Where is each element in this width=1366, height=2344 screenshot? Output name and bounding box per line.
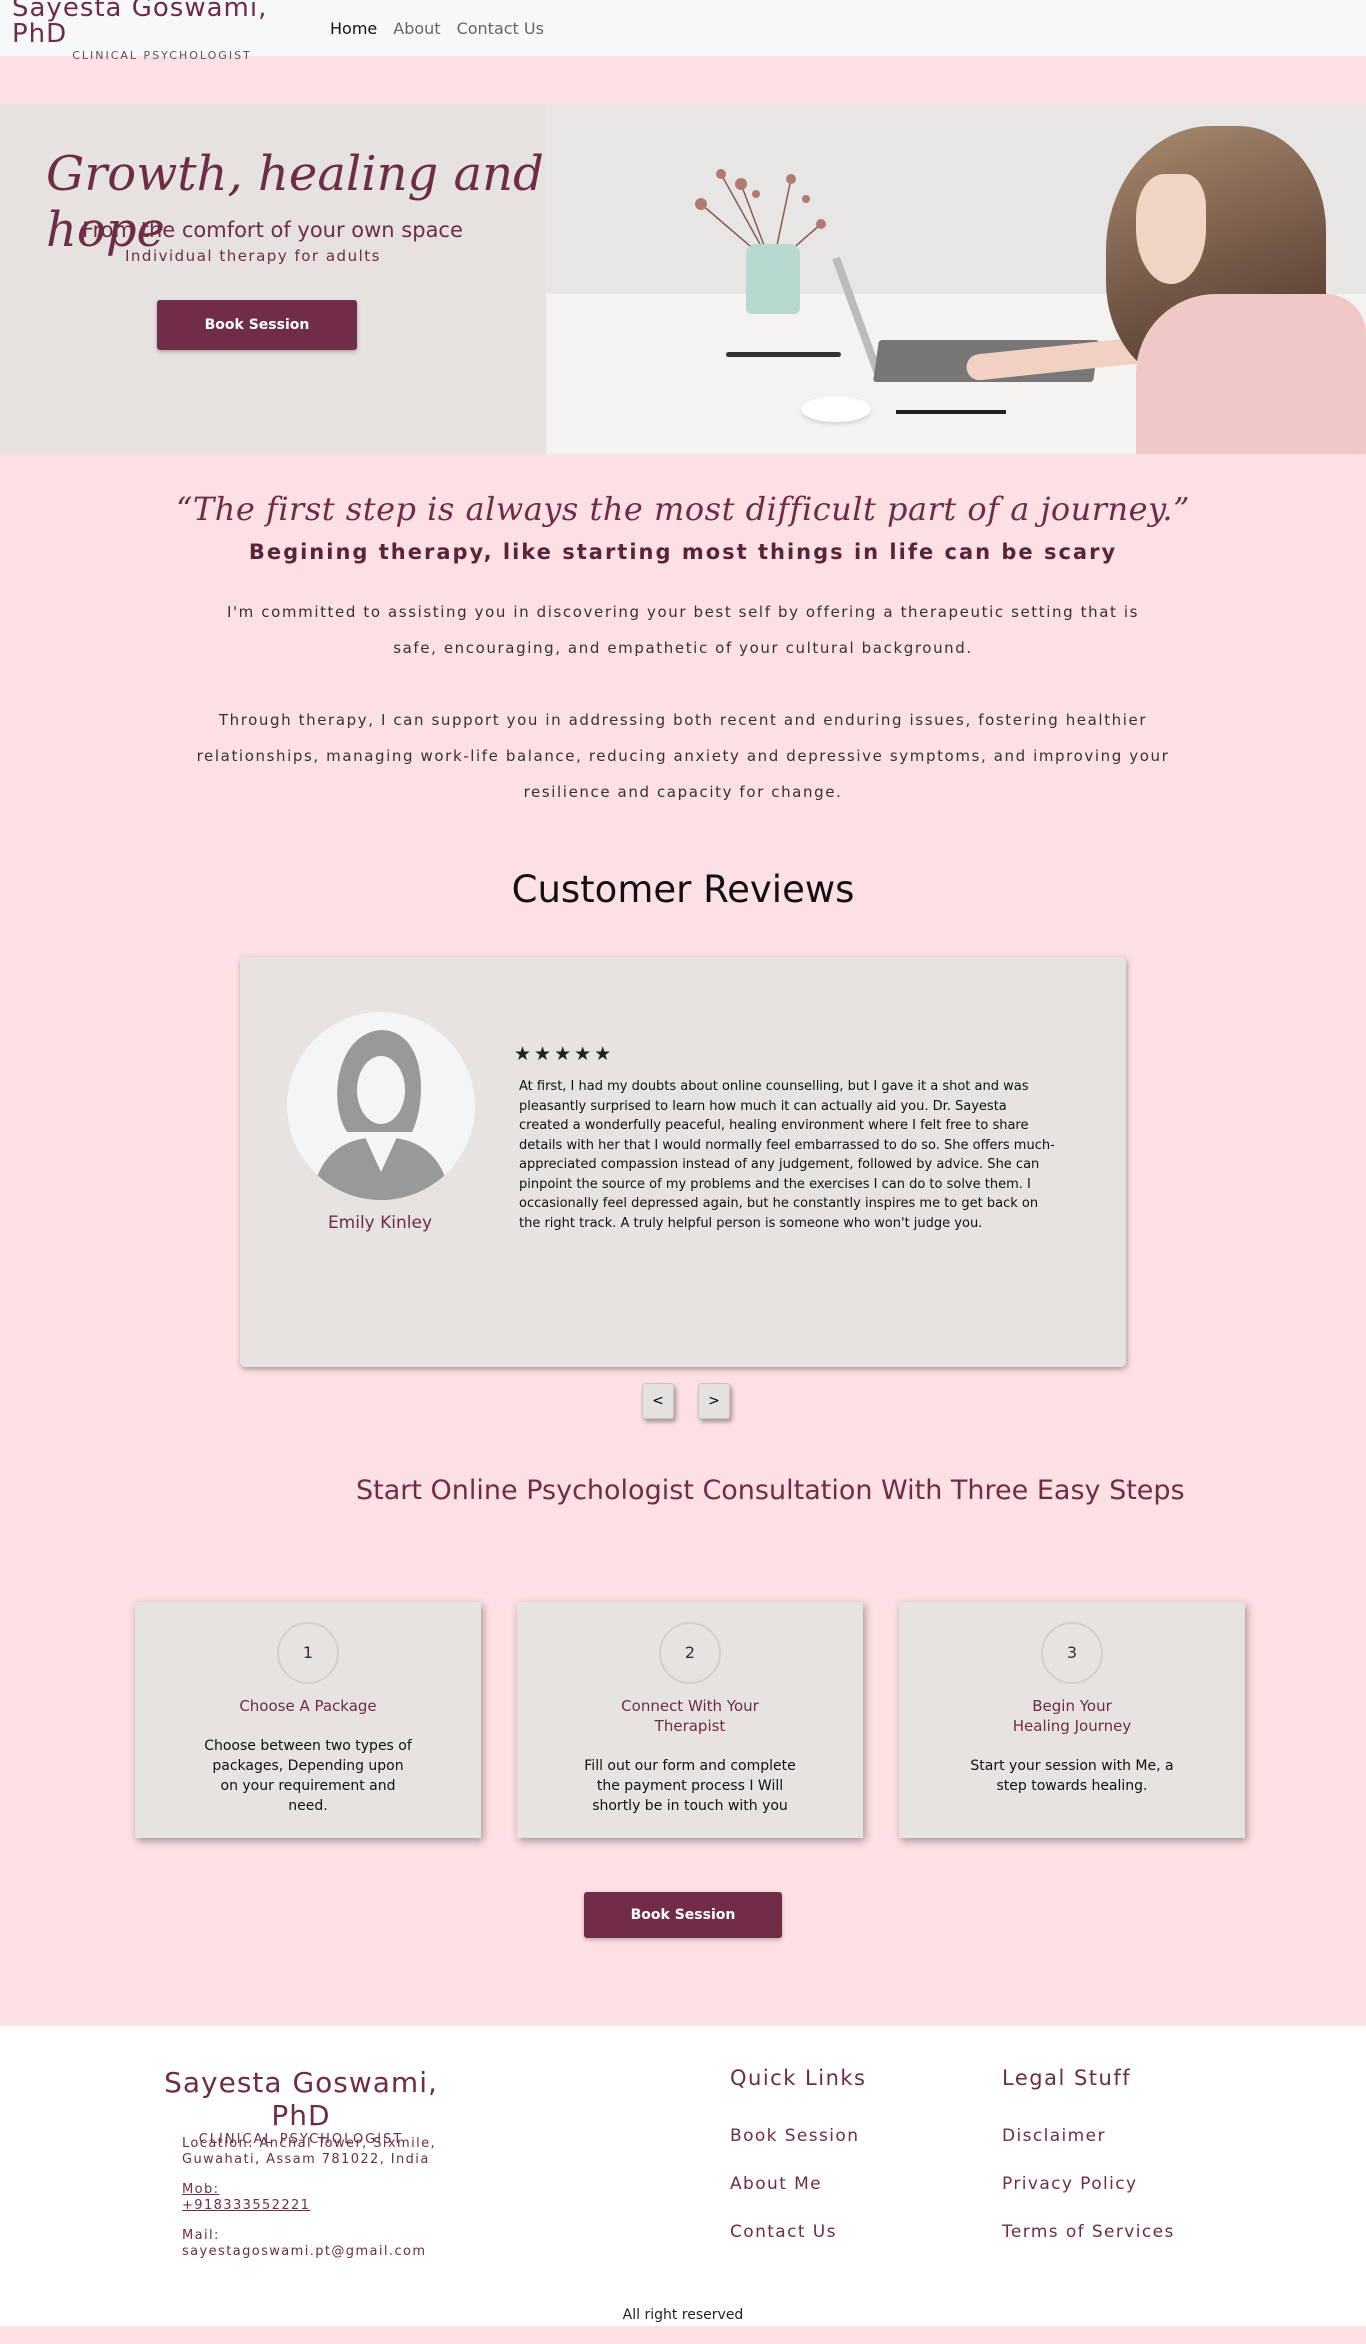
footer-contact-info: Location: Anchal Tower, Sixmile, Guwahat… [182, 2136, 452, 2274]
footer: Sayesta Goswami, PhD CLINICAL PSYCHOLOGI… [0, 2026, 1366, 2326]
brand-name: Sayesta Goswami, PhD [12, 0, 268, 49]
book-session-button[interactable]: Book Session [157, 300, 357, 350]
carousel-next-button[interactable]: > [698, 1383, 730, 1419]
review-text: At first, I had my doubts about online c… [519, 1079, 1055, 1231]
footer-quick-links: Quick Links Book Session About Me Contac… [730, 2066, 867, 2268]
hero-subtitle: From the comfort of your own space [82, 218, 463, 242]
intro-paragraph-2: Through therapy, I can support you in ad… [196, 711, 1170, 801]
step-number: 1 [277, 1622, 339, 1684]
footer-link-disclaimer[interactable]: Disclaimer [1002, 2124, 1175, 2148]
vase-image [746, 244, 800, 314]
quick-links-heading: Quick Links [730, 2066, 867, 2090]
steps-list: 1 Choose A Package Choose between two ty… [135, 1602, 1366, 1838]
step-title: Begin Your Healing Journey [1012, 1697, 1132, 1735]
reviewer-avatar-icon [287, 1012, 475, 1200]
review-card: Emily Kinley ★★★★★ At first, I had my do… [240, 957, 1126, 1367]
step-title: Connect With Your Therapist [621, 1697, 759, 1735]
step-description: Start your session with Me, a step towar… [970, 1758, 1174, 1794]
steps-title: Start Online Psychologist Consultation W… [356, 1475, 1185, 1506]
footer-brand: Sayesta Goswami, PhD CLINICAL PSYCHOLOGI… [143, 2066, 459, 2147]
legal-heading: Legal Stuff [1002, 2066, 1132, 2090]
nav-link-contact[interactable]: Contact Us [457, 19, 544, 38]
step-description: Fill out our form and complete the payme… [584, 1758, 796, 1814]
step-description: Choose between two types of packages, De… [204, 1738, 412, 1814]
footer-location: Location: Anchal Tower, Sixmile, Guwahat… [182, 2136, 437, 2167]
step-number: 3 [1041, 1622, 1103, 1684]
intro-section: “The first step is always the most diffi… [0, 454, 1366, 810]
footer-mail-label: Mail: [182, 2228, 220, 2243]
step-number: 2 [659, 1622, 721, 1684]
brand-subtitle: CLINICAL PSYCHOLOGIST [72, 48, 252, 62]
footer-link-about-me[interactable]: About Me [730, 2172, 867, 2196]
intro-quote: “The first step is always the most diffi… [176, 490, 1190, 528]
nav-link-home[interactable]: Home [330, 19, 377, 38]
footer-legal-links: Legal Stuff Disclaimer Privacy Policy Te… [1002, 2066, 1175, 2268]
nav-link-about[interactable]: About [393, 19, 440, 38]
footer-link-privacy-policy[interactable]: Privacy Policy [1002, 2172, 1175, 2196]
reviews-title: Customer Reviews [511, 868, 855, 911]
hero-tagline: Individual therapy for adults [125, 247, 381, 265]
nav-links: Home About Contact Us [330, 19, 544, 38]
intro-paragraph-1: I'm committed to assisting you in discov… [226, 603, 1140, 657]
hero-text-panel: Growth, healing and hope From the comfor… [0, 104, 546, 454]
brand-logo[interactable]: Sayesta Goswami, PhD CLINICAL PSYCHOLOGI… [12, 0, 312, 62]
hero-banner: Growth, healing and hope From the comfor… [0, 104, 1366, 454]
step-card: 3 Begin Your Healing Journey Start your … [899, 1602, 1245, 1838]
carousel-controls: < > [0, 1383, 1366, 1419]
footer-link-book-session[interactable]: Book Session [730, 2124, 867, 2148]
hero-image-woman-laptop [546, 104, 1366, 454]
footer-email-link[interactable]: sayestagoswami.pt@gmail.com [182, 2244, 426, 2259]
reviewer-name: Emily Kinley [327, 1213, 433, 1233]
footer-link-terms[interactable]: Terms of Services [1002, 2220, 1175, 2244]
footer-mob-label: Mob: [182, 2182, 220, 2197]
carousel-prev-button[interactable]: < [642, 1383, 674, 1419]
step-card: 1 Choose A Package Choose between two ty… [135, 1602, 481, 1838]
intro-subtitle: Begining therapy, like starting most thi… [248, 540, 1118, 564]
footer-brand-name: Sayesta Goswami, PhD [164, 2066, 438, 2132]
book-session-button-bottom[interactable]: Book Session [584, 1892, 782, 1938]
copyright-text: All right reserved [622, 2307, 744, 2323]
coffee-cup-image [801, 396, 871, 422]
woman-image [1136, 294, 1366, 454]
footer-phone-link[interactable]: +918333552221 [182, 2198, 310, 2213]
top-navbar: Sayesta Goswami, PhD CLINICAL PSYCHOLOGI… [0, 0, 1366, 62]
rating-stars-icon: ★★★★★ [514, 1043, 615, 1065]
step-card: 2 Connect With Your Therapist Fill out o… [517, 1602, 863, 1838]
footer-link-contact-us[interactable]: Contact Us [730, 2220, 867, 2244]
step-title: Choose A Package [239, 1697, 377, 1715]
